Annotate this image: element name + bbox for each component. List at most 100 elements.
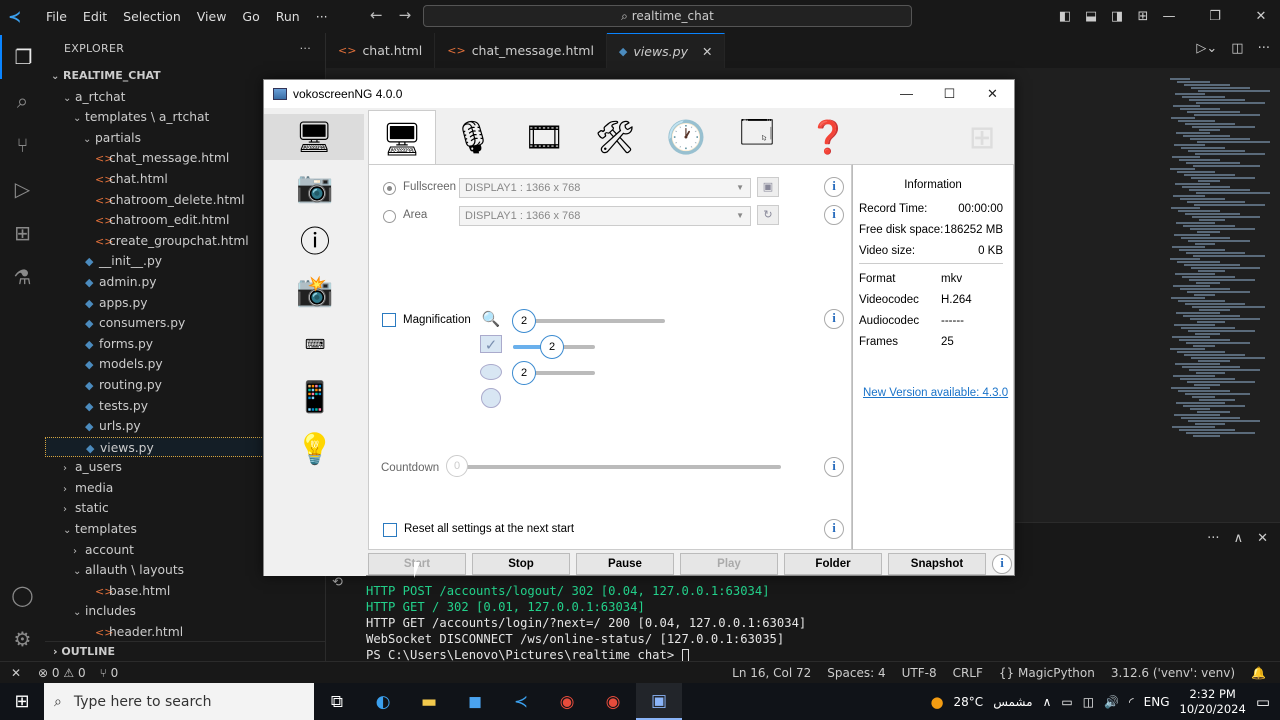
info-icon[interactable]: i (824, 309, 844, 329)
indentation[interactable]: Spaces: 4 (827, 666, 885, 680)
network-icon[interactable]: ◫ (1083, 695, 1094, 709)
magnification-checkbox[interactable] (382, 313, 396, 327)
cursor-position[interactable]: Ln 16, Col 72 (732, 666, 811, 680)
new-version-link[interactable]: New Version available: 4.3.0 (863, 387, 1008, 399)
snapshot-button[interactable]: Snapshot (888, 553, 986, 575)
back-arrow-icon[interactable]: ← (370, 6, 383, 24)
tree-item[interactable]: <>header.html (45, 622, 326, 643)
run-debug-icon[interactable]: ▷ (0, 167, 45, 211)
pause-button[interactable]: Pause (576, 553, 674, 575)
account-icon[interactable]: ◯ (0, 573, 45, 617)
problems-indicator[interactable]: ⊗ 0 ⚠ 0 (38, 666, 86, 680)
showkey-keyboard-icon[interactable]: ⌨ (290, 322, 340, 368)
reset-settings-checkbox[interactable] (383, 523, 397, 537)
log-windows-icon[interactable]: 🗔 (723, 110, 791, 164)
edge-browser-icon[interactable]: ◐ (360, 683, 406, 720)
menu-run[interactable]: Run (268, 9, 308, 24)
tab-views-py[interactable]: ◆ views.py ✕ (606, 33, 726, 68)
microsoft-store-icon[interactable]: ◼ (452, 683, 498, 720)
magnification-knob-2[interactable]: 2 (540, 335, 564, 359)
info-icon[interactable]: i (824, 205, 844, 225)
wifi-icon[interactable]: ◜ (1129, 695, 1134, 709)
source-control-icon[interactable]: ⑂ (0, 123, 45, 167)
toggle-secondary-sidebar-icon[interactable]: ◨ (1104, 9, 1130, 24)
settings-tools-icon[interactable]: 🛠 (581, 110, 649, 164)
tab-chat-html[interactable]: <> chat.html (326, 33, 436, 68)
vokoscreen-titlebar[interactable]: vokoscreenNG 4.0.0 — ☐ ✕ (264, 80, 1014, 108)
weather-temperature[interactable]: 28°C (954, 695, 984, 709)
python-interpreter[interactable]: 3.12.6 ('venv': venv) (1111, 666, 1235, 680)
remote-icon[interactable]: ✕ (0, 666, 32, 680)
notifications-icon[interactable]: 🔔 (1251, 666, 1266, 680)
vscode-taskbar-icon[interactable]: ≺ (498, 683, 544, 720)
media-player-icon[interactable]: 📱 (290, 374, 340, 420)
search-view-icon[interactable]: ⌕ (0, 79, 45, 123)
help-question-icon[interactable]: ❓ (794, 110, 862, 164)
close-panel-icon[interactable]: ✕ (1257, 531, 1268, 546)
area-radio[interactable] (383, 210, 396, 223)
info-icon[interactable]: i (992, 554, 1012, 574)
video-film-reel-icon[interactable]: 🎞 (510, 110, 578, 164)
notification-center-icon[interactable]: ▭ (1256, 693, 1270, 711)
tips-lightbulb-icon[interactable]: 💡 (290, 426, 340, 472)
menu-view[interactable]: View (189, 9, 235, 24)
player-tab-icon[interactable]: ⓘ (290, 216, 340, 262)
more-actions-icon[interactable]: ··· (1207, 531, 1219, 546)
encoding[interactable]: UTF-8 (902, 666, 937, 680)
magnification-knob-3[interactable]: 2 (512, 361, 536, 385)
explorer-icon[interactable]: ❐ (0, 35, 45, 79)
maximize-panel-icon[interactable]: ∧ (1234, 531, 1244, 546)
outline-section[interactable]: › OUTLINE (45, 641, 326, 661)
screen-tab-monitor-icon[interactable]: 🖥 (368, 110, 436, 166)
audio-microphone-icon[interactable]: 🎙 (439, 110, 507, 164)
history-icon[interactable]: ⟲ (332, 575, 343, 590)
menu-file[interactable]: File (38, 9, 75, 24)
display-identify-icon[interactable]: ▣ (757, 177, 779, 197)
minimize-icon[interactable]: — (885, 80, 928, 108)
area-display-select[interactable]: DISPLAY1 : 1366 x 768 ▼ (459, 206, 751, 226)
magnification-knob-1[interactable]: 2 (512, 309, 536, 333)
line-ending[interactable]: CRLF (953, 666, 983, 680)
manage-gear-icon[interactable]: ⚙ (0, 617, 45, 661)
split-editor-icon[interactable]: ◫ (1231, 41, 1243, 56)
close-icon[interactable]: ✕ (971, 80, 1014, 108)
play-button[interactable]: Play (680, 553, 778, 575)
close-icon[interactable]: ✕ (1238, 9, 1280, 24)
ports-indicator[interactable]: ⑂ 0 (100, 666, 119, 680)
taskbar-search-box[interactable]: ⌕ Type here to search (44, 683, 314, 720)
more-actions-icon[interactable]: ··· (1258, 41, 1270, 56)
task-view-icon[interactable]: ⧉ (314, 683, 360, 720)
toggle-sidebar-icon[interactable]: ◧ (1052, 9, 1078, 24)
input-language[interactable]: ENG (1144, 695, 1170, 709)
vokoscreen-taskbar-icon[interactable]: ▣ (636, 683, 682, 720)
chrome-profile-icon[interactable]: ◉ (590, 683, 636, 720)
menu-edit[interactable]: Edit (75, 9, 115, 24)
windows-start-icon[interactable]: ⊞ (0, 683, 44, 720)
weather-sun-icon[interactable]: ● (930, 693, 943, 711)
menu-more[interactable]: ··· (308, 9, 336, 24)
clock[interactable]: 2:32 PM 10/20/2024 (1180, 687, 1246, 717)
file-explorer-icon[interactable]: ▬ (406, 683, 452, 720)
menu-go[interactable]: Go (234, 9, 267, 24)
menu-selection[interactable]: Selection (115, 9, 189, 24)
show-hidden-icons[interactable]: ∧ (1043, 695, 1052, 709)
folder-button[interactable]: Folder (784, 553, 882, 575)
meet-now-icon[interactable]: ▭ (1061, 695, 1072, 709)
countdown-slider[interactable] (461, 465, 781, 469)
screen-tab-monitor-icon[interactable]: 🖥 (264, 114, 364, 160)
info-icon[interactable]: i (824, 519, 844, 539)
volume-icon[interactable]: 🔊 (1104, 695, 1119, 709)
snapshot-camera-icon[interactable]: 📸 (290, 268, 340, 314)
minimap[interactable] (1160, 78, 1270, 438)
restore-icon[interactable]: ❐ (1192, 9, 1238, 24)
camera-tab-webcam-icon[interactable]: 📷 (290, 164, 340, 210)
language-mode[interactable]: {} MagicPython (999, 666, 1095, 680)
tab-chat-message-html[interactable]: <> chat_message.html (435, 33, 607, 68)
tree-item[interactable]: <>base.html (45, 581, 326, 602)
minimize-icon[interactable]: — (1146, 9, 1192, 24)
chrome-icon[interactable]: ◉ (544, 683, 590, 720)
toggle-panel-icon[interactable]: ⬓ (1078, 9, 1104, 24)
tree-item[interactable]: ⌄ includes (45, 601, 326, 622)
explorer-more-icon[interactable]: ··· (300, 33, 311, 65)
fullscreen-radio[interactable] (383, 182, 396, 195)
